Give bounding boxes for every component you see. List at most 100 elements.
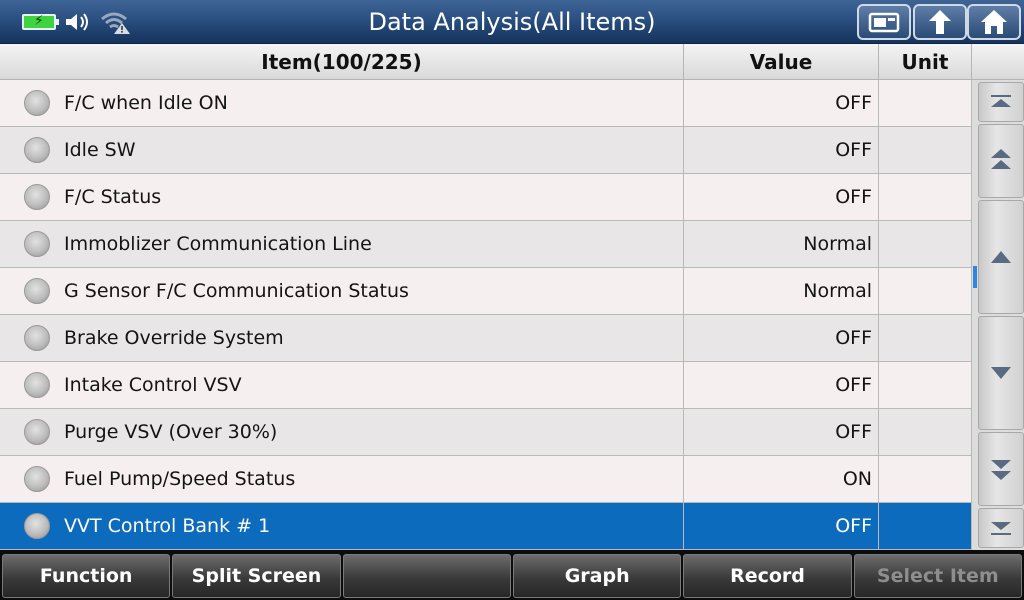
unit-cell <box>879 503 972 549</box>
item-label: G Sensor F/C Communication Status <box>64 280 409 302</box>
unit-cell <box>879 362 972 408</box>
table-row[interactable]: Idle SW OFF <box>0 127 972 174</box>
unit-cell <box>879 409 972 455</box>
value-cell: OFF <box>684 174 879 220</box>
screenshot-icon <box>868 12 900 33</box>
radio-icon[interactable] <box>24 466 50 492</box>
table-row[interactable]: Intake Control VSV OFF <box>0 362 972 409</box>
value-cell: OFF <box>684 315 879 361</box>
unit-cell <box>879 268 972 314</box>
item-cell: G Sensor F/C Communication Status <box>0 268 684 314</box>
column-header-unit: Unit <box>879 44 972 79</box>
wifi-warning-icon <box>101 12 130 34</box>
page-up-button[interactable] <box>978 124 1024 198</box>
table-row[interactable]: G Sensor F/C Communication Status Normal <box>0 268 972 315</box>
radio-icon[interactable] <box>24 137 50 163</box>
radio-icon[interactable] <box>24 372 50 398</box>
empty-button[interactable] <box>342 554 511 598</box>
scroll-bottom-icon <box>991 522 1011 535</box>
column-header-item[interactable]: Item(100/225) <box>0 44 684 79</box>
bottom-toolbar: Function Split Screen Graph Record Selec… <box>0 550 1024 600</box>
item-label: VVT Control Bank # 1 <box>64 515 271 537</box>
radio-icon[interactable] <box>24 90 50 116</box>
graph-button[interactable]: Graph <box>512 554 682 598</box>
record-button[interactable]: Record <box>683 554 852 598</box>
radio-icon[interactable] <box>24 231 50 257</box>
radio-icon[interactable] <box>24 513 50 539</box>
item-cell: Idle SW <box>0 127 684 173</box>
line-up-button[interactable] <box>978 200 1024 314</box>
value-cell: OFF <box>684 127 879 173</box>
select-item-button[interactable]: Select Item <box>853 554 1022 598</box>
radio-icon[interactable] <box>24 325 50 351</box>
item-label: Immoblizer Communication Line <box>64 233 372 255</box>
scroll-top-button[interactable] <box>978 82 1024 122</box>
back-icon <box>929 10 951 34</box>
unit-cell <box>879 221 972 267</box>
table-row[interactable]: Purge VSV (Over 30%) OFF <box>0 409 972 456</box>
table-header: Item(100/225) Value Unit <box>0 44 972 80</box>
unit-cell <box>879 80 972 126</box>
item-label: Purge VSV (Over 30%) <box>64 421 278 443</box>
page-down-icon <box>991 460 1011 480</box>
unit-cell <box>879 456 972 502</box>
scroll-top-icon <box>991 95 1011 107</box>
line-down-icon <box>991 367 1011 379</box>
item-cell: Intake Control VSV <box>0 362 684 408</box>
home-button[interactable] <box>967 4 1021 40</box>
speaker-icon <box>66 13 88 31</box>
page-up-icon <box>991 149 1011 169</box>
table-row-selected[interactable]: VVT Control Bank # 1 OFF <box>0 503 972 550</box>
scroll-header <box>972 44 1024 80</box>
table-row[interactable]: F/C Status OFF <box>0 174 972 221</box>
back-button[interactable] <box>913 4 967 40</box>
item-cell: Immoblizer Communication Line <box>0 221 684 267</box>
item-label: Intake Control VSV <box>64 374 242 396</box>
table-row[interactable]: Immoblizer Communication Line Normal <box>0 221 972 268</box>
column-header-value: Value <box>684 44 879 79</box>
table-body: F/C when Idle ON OFF Idle SW OFF F/C Sta… <box>0 80 972 550</box>
page-down-button[interactable] <box>978 432 1024 506</box>
screenshot-button[interactable] <box>857 4 911 40</box>
status-icons: ⚡ <box>22 8 132 36</box>
radio-icon[interactable] <box>24 184 50 210</box>
unit-cell <box>879 315 972 361</box>
unit-cell <box>879 127 972 173</box>
battery-charging-icon: ⚡ <box>22 13 59 30</box>
radio-icon[interactable] <box>24 419 50 445</box>
line-up-icon <box>991 251 1011 263</box>
item-cell: Fuel Pump/Speed Status <box>0 456 684 502</box>
value-cell: OFF <box>684 362 879 408</box>
data-table: Item(100/225) Value Unit F/C when Idle O… <box>0 44 972 550</box>
line-down-button[interactable] <box>978 316 1024 430</box>
table-row[interactable]: Brake Override System OFF <box>0 315 972 362</box>
function-button[interactable]: Function <box>2 554 171 598</box>
unit-cell <box>879 174 972 220</box>
page-title: Data Analysis(All Items) <box>368 8 656 36</box>
scroll-position-indicator <box>973 266 977 288</box>
table-row[interactable]: F/C when Idle ON OFF <box>0 80 972 127</box>
item-label: F/C when Idle ON <box>64 92 228 114</box>
item-cell: Purge VSV (Over 30%) <box>0 409 684 455</box>
radio-icon[interactable] <box>24 278 50 304</box>
value-cell: ON <box>684 456 879 502</box>
scroll-bottom-button[interactable] <box>978 508 1024 548</box>
value-cell: Normal <box>684 268 879 314</box>
value-cell: OFF <box>684 503 879 549</box>
item-cell: F/C when Idle ON <box>0 80 684 126</box>
value-cell: OFF <box>684 409 879 455</box>
table-row[interactable]: Fuel Pump/Speed Status ON <box>0 456 972 503</box>
item-label: Fuel Pump/Speed Status <box>64 468 296 490</box>
item-label: Brake Override System <box>64 327 284 349</box>
home-icon <box>981 10 1007 34</box>
value-cell: OFF <box>684 80 879 126</box>
item-label: F/C Status <box>64 186 162 208</box>
split-screen-button[interactable]: Split Screen <box>172 554 341 598</box>
item-cell: F/C Status <box>0 174 684 220</box>
scroll-panel <box>972 44 1024 550</box>
value-cell: Normal <box>684 221 879 267</box>
item-label: Idle SW <box>64 139 136 161</box>
item-cell: Brake Override System <box>0 315 684 361</box>
item-cell: VVT Control Bank # 1 <box>0 503 684 549</box>
title-bar: ⚡ Data Analysis(All Items) <box>0 0 1024 44</box>
